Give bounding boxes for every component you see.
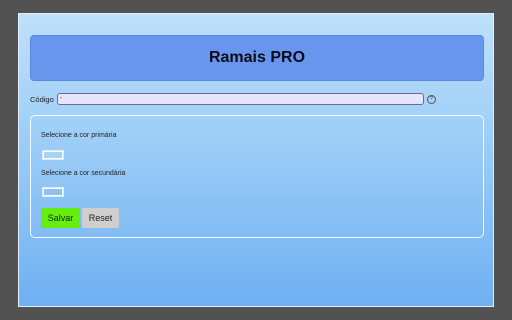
header-bar: Ramais PRO bbox=[30, 35, 484, 81]
save-button[interactable]: Salvar bbox=[41, 208, 80, 228]
app-title: Ramais PRO bbox=[208, 49, 306, 66]
secondary-color-swatch bbox=[44, 189, 62, 195]
secondary-color-picker[interactable] bbox=[42, 187, 64, 197]
primary-color-picker[interactable] bbox=[42, 150, 64, 160]
code-label: Código bbox=[30, 94, 54, 104]
color-settings-box: Selecione a cor primária Selecione a cor… bbox=[30, 115, 484, 238]
code-row: Código - ? bbox=[30, 92, 450, 106]
secondary-color-label: Selecione a cor secundária bbox=[41, 170, 126, 177]
primary-color-label: Selecione a cor primária bbox=[41, 132, 117, 139]
question-circle-icon[interactable]: ? bbox=[426, 94, 436, 104]
code-input[interactable]: - bbox=[56, 93, 424, 105]
popup-panel: Ramais PRO Código - ? Selecione a cor pr… bbox=[18, 13, 494, 307]
primary-color-swatch bbox=[44, 152, 62, 158]
reset-button[interactable]: Reset bbox=[82, 208, 119, 228]
